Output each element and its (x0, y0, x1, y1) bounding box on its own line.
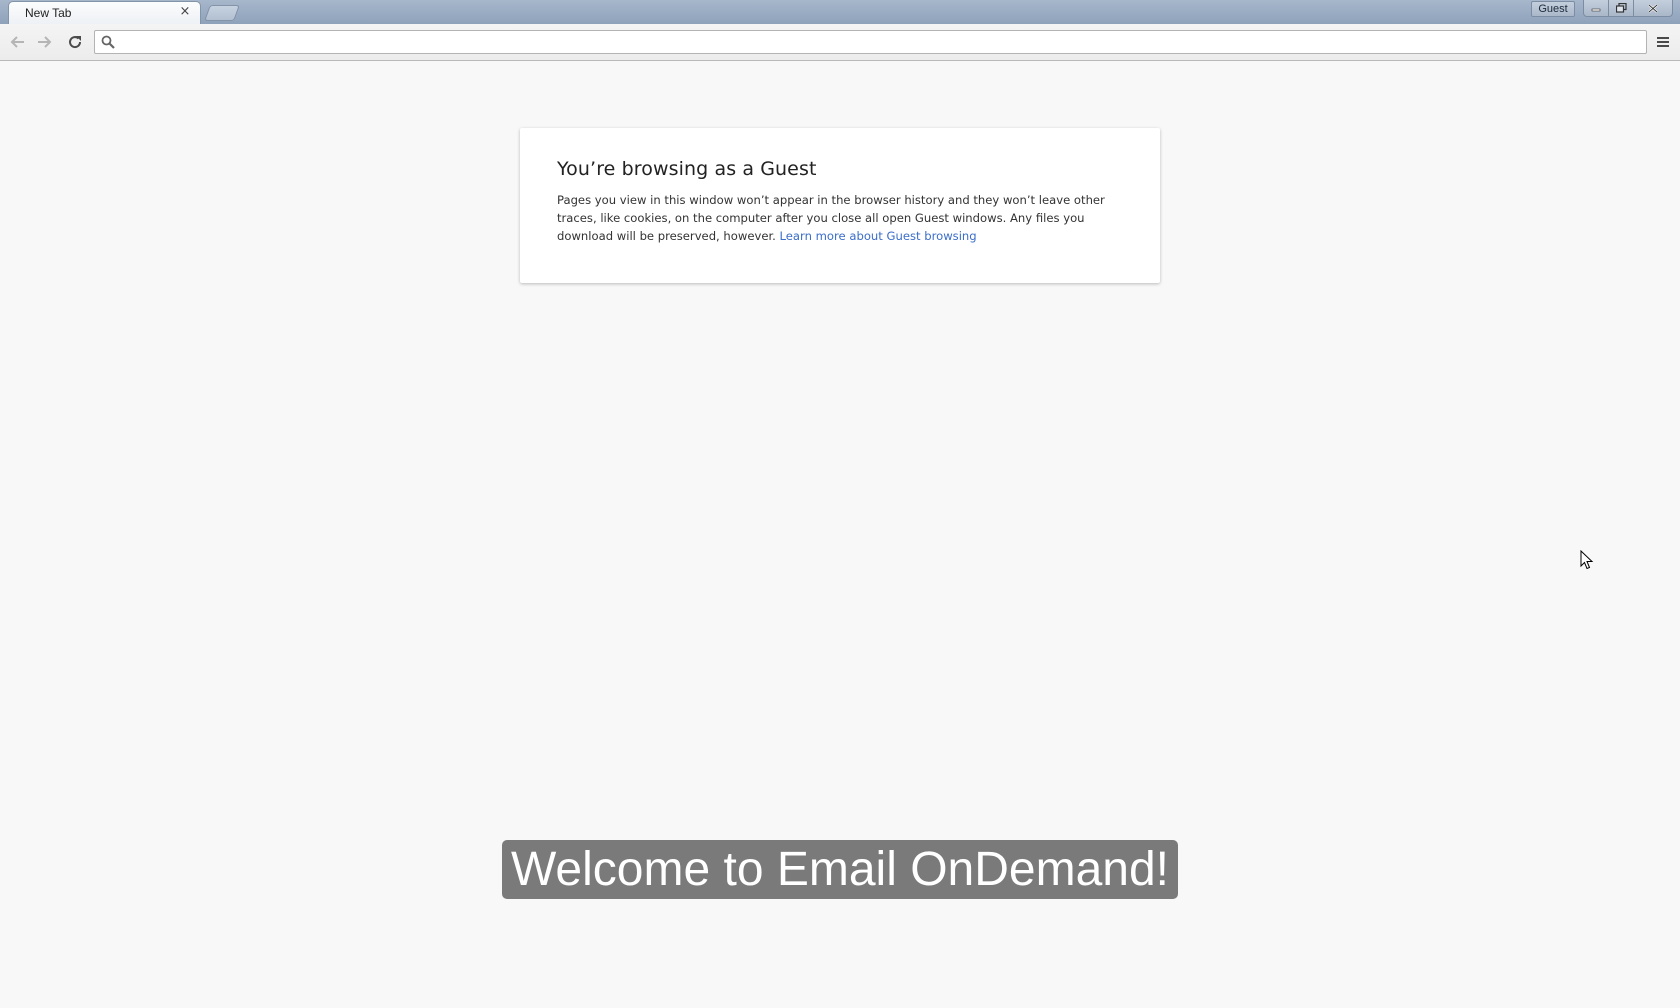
browser-toolbar (0, 24, 1680, 61)
new-tab-button[interactable] (204, 5, 240, 21)
guest-card-title: You’re browsing as a Guest (557, 158, 817, 180)
reload-icon (69, 36, 82, 49)
hamburger-menu-icon (1657, 37, 1669, 39)
title-bar: New Tab × Guest (0, 0, 1680, 24)
window-controls (1583, 0, 1673, 17)
reload-button[interactable] (64, 31, 86, 53)
forward-button[interactable] (34, 31, 56, 53)
welcome-caption: Welcome to Email OnDemand! (502, 840, 1178, 899)
minimize-button[interactable] (1583, 0, 1609, 17)
tab-new-tab[interactable]: New Tab × (8, 1, 201, 24)
guest-card-body: Pages you view in this window won’t appe… (557, 191, 1123, 245)
profile-badge-guest[interactable]: Guest (1531, 1, 1575, 17)
mouse-cursor-icon (1580, 550, 1594, 570)
back-button[interactable] (6, 31, 28, 53)
tab-title: New Tab (25, 6, 72, 20)
omnibox[interactable] (94, 30, 1647, 54)
learn-more-guest-link[interactable]: Learn more about Guest browsing (780, 229, 977, 243)
close-window-button[interactable] (1633, 0, 1673, 17)
back-arrow-icon (10, 36, 24, 48)
tab-close-icon[interactable]: × (178, 4, 192, 19)
menu-button[interactable] (1652, 31, 1674, 53)
forward-arrow-icon (38, 36, 52, 48)
restore-icon (1615, 3, 1627, 13)
guest-info-card: You’re browsing as a Guest Pages you vie… (520, 128, 1160, 283)
search-icon (101, 35, 115, 49)
restore-button[interactable] (1608, 0, 1634, 17)
close-icon (1648, 3, 1658, 13)
minimize-icon (1591, 8, 1601, 12)
omnibox-input[interactable] (121, 33, 1631, 51)
